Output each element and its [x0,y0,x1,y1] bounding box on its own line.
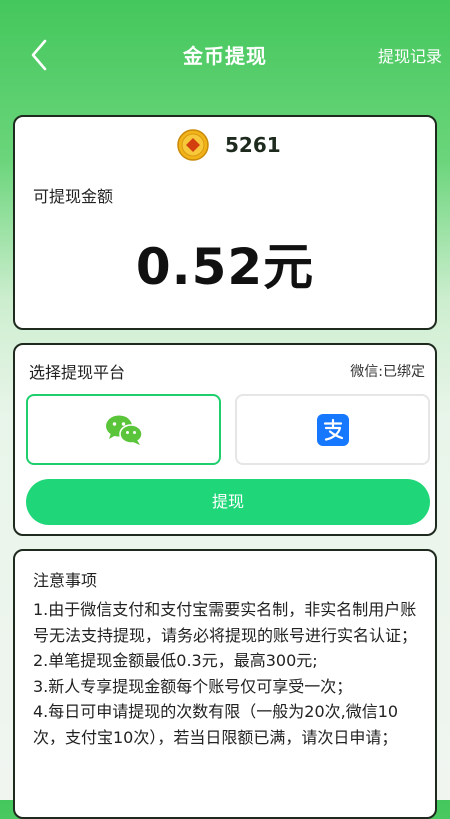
notes-list: 1.由于微信支付和支付宝需要实名制，非实名制用户账号无法支持提现，请务必将提现的… [33,597,425,750]
withdrawable-amount: 0.52元 [135,238,315,296]
withdrawable-label: 可提现金额 [33,187,114,206]
coin-icon [177,129,209,161]
note-item: 3.新人专享提现金额每个账号仅可享受一次； [33,676,353,696]
platform-label: 选择提现平台 [29,363,126,382]
note-item: 1.由于微信支付和支付宝需要实名制，非实名制用户账号无法支持提现，请务必将提现的… [33,600,418,645]
withdraw-record-button[interactable]: 提现记录 [378,43,442,67]
alipay-icon [316,413,349,446]
wechat-icon [105,415,143,445]
withdraw-button[interactable]: 提现 [26,479,430,525]
wechat-option[interactable] [26,394,221,465]
notes-title: 注意事项 [33,571,98,590]
app-header: 金币提现 提现记录 [0,0,450,108]
coin-balance: 5261 [225,133,281,157]
note-item: 4.每日可申请提现的次数有限（一般为20次,微信10次，支付宝10次），若当日限… [33,702,399,747]
balance-card: 5261 可提现金额 0.52元 [13,115,437,330]
platform-card: 选择提现平台 微信:已绑定 提现 [13,343,437,536]
bind-status: 微信:已绑定 [350,364,425,380]
notes-card: 注意事项 1.由于微信支付和支付宝需要实名制，非实名制用户账号无法支持提现，请务… [13,549,437,819]
note-item: 2.单笔提现金额最低0.3元，最高300元; [33,651,318,670]
alipay-option[interactable] [235,394,430,465]
